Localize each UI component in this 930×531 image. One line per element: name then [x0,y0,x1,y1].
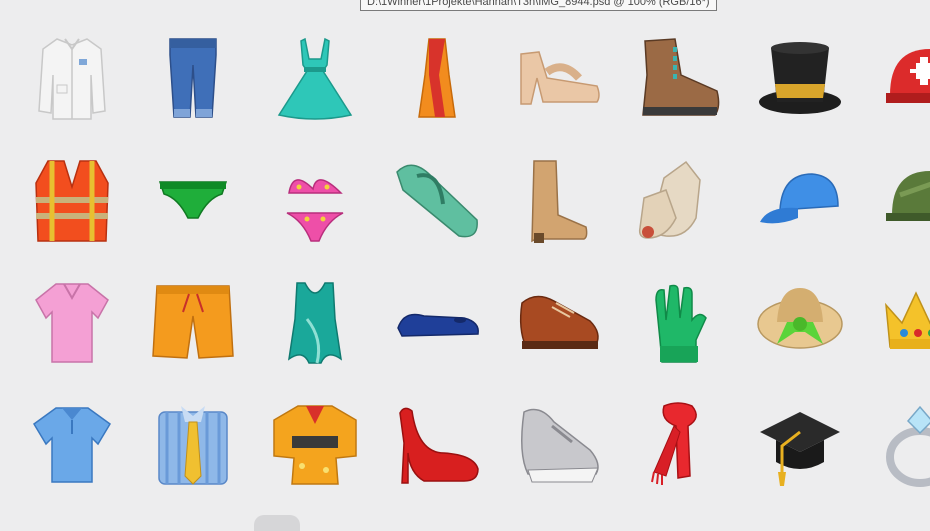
shorts-icon[interactable] [143,272,243,372]
rescue-helmet-icon[interactable] [870,28,930,128]
swimsuit-icon[interactable] [265,272,365,372]
billed-cap-icon[interactable] [750,150,850,250]
kimono-icon[interactable] [265,394,365,494]
scarf-icon[interactable] [628,394,728,494]
top-hat-icon[interactable] [750,28,850,128]
graduation-cap-icon[interactable] [750,394,850,494]
womans-boot-icon[interactable] [508,150,608,250]
high-heel-icon[interactable] [387,394,487,494]
flat-shoe-icon[interactable] [387,272,487,372]
file-path-tooltip: D:\1Winner\1Projekte\Hannah\T3n\IMG_8944… [360,0,717,11]
crown-icon[interactable] [870,272,930,372]
thong-sandal-icon[interactable] [387,150,487,250]
womans-blouse-icon[interactable] [22,272,122,372]
lab-coat-icon[interactable] [22,28,122,128]
ring-icon[interactable] [870,394,930,494]
jeans-icon[interactable] [143,28,243,128]
military-helmet-icon[interactable] [870,150,930,250]
sari-icon[interactable] [387,28,487,128]
socks-icon[interactable] [628,150,728,250]
hiking-boot-icon[interactable] [628,28,728,128]
safety-vest-icon[interactable] [22,150,122,250]
polo-shirt-icon[interactable] [22,394,122,494]
bikini-icon[interactable] [265,150,365,250]
emoji-grid [0,0,930,523]
scrollbar-thumb[interactable] [254,515,300,531]
gloves-icon[interactable] [628,272,728,372]
sandal-icon[interactable] [508,28,608,128]
briefs-icon[interactable] [143,150,243,250]
mans-shoe-icon[interactable] [508,272,608,372]
running-shoe-icon[interactable] [508,394,608,494]
dress-icon[interactable] [265,28,365,128]
womans-hat-icon[interactable] [750,272,850,372]
shirt-and-tie-icon[interactable] [143,394,243,494]
